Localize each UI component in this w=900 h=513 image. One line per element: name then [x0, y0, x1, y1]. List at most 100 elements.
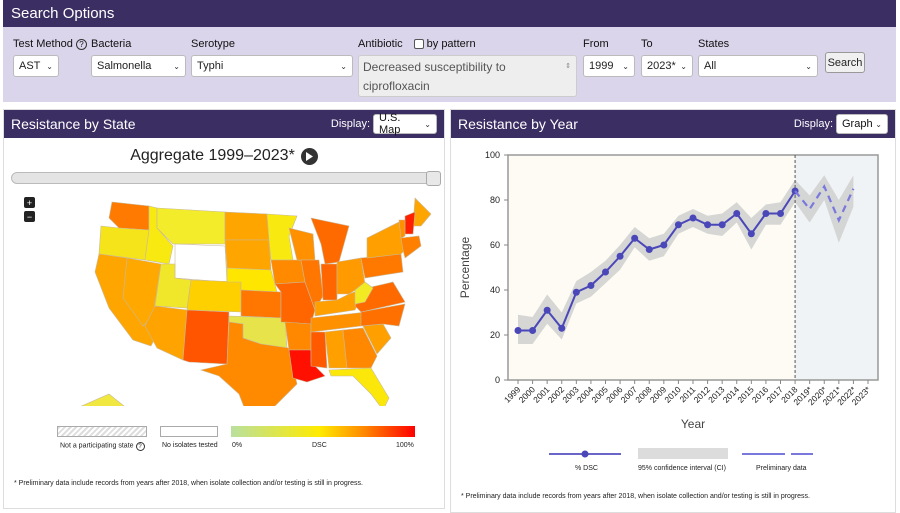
dsc-data-point[interactable] — [777, 210, 784, 217]
display-value: U.S. Map — [379, 112, 401, 136]
scale-mid-label: DSC — [312, 442, 327, 449]
states-label: States — [698, 38, 730, 50]
dsc-data-point[interactable] — [660, 241, 668, 249]
state-ny[interactable] — [366, 221, 406, 259]
not-participating-label: Not a participating state ? — [60, 442, 145, 451]
state-nh[interactable] — [404, 211, 416, 235]
dsc-data-point[interactable] — [572, 288, 580, 296]
dsc-gradient-scale — [231, 426, 415, 437]
question-circle-icon[interactable]: ? — [75, 38, 87, 50]
chart-legend: % DSC 95% confidence interval (CI) Preli… — [451, 445, 895, 475]
state-mi[interactable] — [310, 217, 350, 265]
by-pattern-label: by pattern — [426, 38, 476, 50]
legend-ci-label: 95% confidence interval (CI) — [638, 465, 726, 472]
footnote: * Preliminary data include records from … — [461, 493, 810, 500]
antibiotic-value-line1: Decreased susceptibility to — [363, 60, 506, 74]
resistance-by-state-panel: Resistance by State Display: U.S. Map ⌄ A… — [3, 109, 445, 509]
updown-arrows-icon: ⇕ — [565, 63, 571, 70]
footnote: * Preliminary data include records from … — [14, 480, 363, 487]
from-select[interactable]: 1999 ⌄ — [583, 55, 635, 77]
y-axis-label: Percentage — [458, 236, 472, 298]
state-fl[interactable] — [328, 367, 390, 406]
dsc-data-point[interactable] — [733, 210, 741, 217]
bacteria-group: Bacteria Salmonella ⌄ — [91, 36, 186, 77]
legend-ci-swatch — [638, 448, 728, 459]
to-select[interactable]: 2023* ⌄ — [641, 55, 693, 77]
chevron-down-icon: ⌄ — [622, 61, 629, 71]
slider-handle[interactable] — [426, 171, 441, 186]
scale-min-label: 0% — [232, 442, 243, 449]
y-tick-label: 20 — [490, 330, 500, 340]
display-select[interactable]: U.S. Map ⌄ — [373, 112, 437, 136]
state-nd[interactable] — [224, 211, 270, 241]
resistance-by-year-panel: Resistance by Year Display: Graph ⌄ 0 20 40… — [450, 109, 896, 513]
test-method-label: Test Method — [13, 38, 73, 50]
display-value: Graph — [842, 118, 873, 130]
dsc-data-point[interactable] — [689, 214, 697, 222]
y-tick-label: 80 — [490, 195, 500, 205]
display-select[interactable]: Graph ⌄ — [836, 114, 888, 134]
chevron-down-icon: ⌄ — [173, 61, 180, 71]
state-sd[interactable] — [224, 239, 272, 271]
to-group: To 2023* ⌄ — [641, 36, 693, 77]
state-me[interactable] — [412, 197, 432, 227]
legend-dsc-label: % DSC — [575, 465, 598, 472]
dsc-data-point[interactable] — [587, 282, 595, 289]
state-wi[interactable] — [288, 227, 316, 261]
y-tick-label: 0 — [495, 375, 500, 385]
chevron-down-icon: ⌄ — [424, 119, 431, 129]
play-icon[interactable] — [300, 147, 318, 165]
test-method-group: Test Method? AST ⌄ — [13, 36, 87, 77]
preliminary-background — [795, 155, 878, 380]
antibiotic-select[interactable]: Decreased susceptibility to ciprofloxaci… — [358, 55, 577, 97]
state-ia[interactable] — [270, 259, 306, 285]
dsc-data-point[interactable] — [718, 221, 726, 229]
state-az[interactable] — [144, 305, 188, 361]
dsc-data-point[interactable] — [558, 324, 566, 332]
state-ks[interactable] — [240, 289, 282, 319]
by-pattern-checkbox[interactable] — [413, 39, 424, 49]
state-ne_coast[interactable] — [400, 235, 422, 259]
dsc-data-point[interactable] — [704, 221, 712, 229]
dsc-data-point[interactable] — [645, 246, 653, 253]
dsc-data-point[interactable] — [747, 230, 755, 238]
dsc-data-point[interactable] — [631, 234, 639, 242]
dsc-data-point[interactable] — [602, 268, 609, 276]
dsc-data-point[interactable] — [674, 221, 682, 229]
states-select[interactable]: All ⌄ — [698, 55, 818, 77]
test-method-select[interactable]: AST ⌄ — [13, 55, 59, 77]
state-ak[interactable] — [77, 393, 129, 406]
state-in[interactable] — [320, 263, 338, 301]
y-tick-label: 60 — [490, 240, 500, 250]
display-label: Display: — [793, 118, 833, 130]
state-ms[interactable] — [310, 331, 328, 369]
question-circle-icon[interactable]: ? — [135, 442, 145, 451]
states-value: All — [704, 60, 717, 72]
dsc-data-point[interactable] — [514, 327, 522, 334]
aggregate-title: Aggregate 1999–2023* — [130, 147, 295, 164]
state-nm[interactable] — [182, 309, 230, 365]
x-axis-label: Year — [681, 417, 705, 431]
state-wa[interactable] — [108, 201, 150, 231]
to-value: 2023* — [647, 60, 676, 72]
state-co[interactable] — [186, 279, 242, 313]
state-ar[interactable] — [284, 321, 312, 351]
antibiotic-value-line2: ciprofloxacin — [363, 79, 430, 93]
serotype-select[interactable]: Typhi ⌄ — [191, 55, 353, 77]
chevron-down-icon: ⌄ — [805, 61, 812, 71]
dsc-data-point[interactable] — [543, 306, 551, 314]
state-mt[interactable] — [156, 207, 226, 245]
state-wy[interactable] — [174, 243, 228, 283]
year-slider[interactable] — [11, 171, 441, 186]
chevron-down-icon: ⌄ — [46, 61, 53, 71]
search-button[interactable]: Search — [825, 52, 865, 73]
serotype-value: Typhi — [197, 60, 224, 72]
dsc-data-point[interactable] — [529, 327, 537, 334]
panel-header: Resistance by State Display: U.S. Map ⌄ — [4, 110, 444, 138]
bacteria-select[interactable]: Salmonella ⌄ — [91, 55, 186, 77]
aggregate-title-row: Aggregate 1999–2023* — [4, 147, 444, 165]
resistance-line-chart: 0204060801001999200020012002200320042005… — [458, 150, 879, 431]
dsc-data-point[interactable] — [762, 210, 770, 217]
dsc-data-point[interactable] — [616, 252, 624, 260]
chevron-down-icon: ⌄ — [680, 61, 687, 71]
